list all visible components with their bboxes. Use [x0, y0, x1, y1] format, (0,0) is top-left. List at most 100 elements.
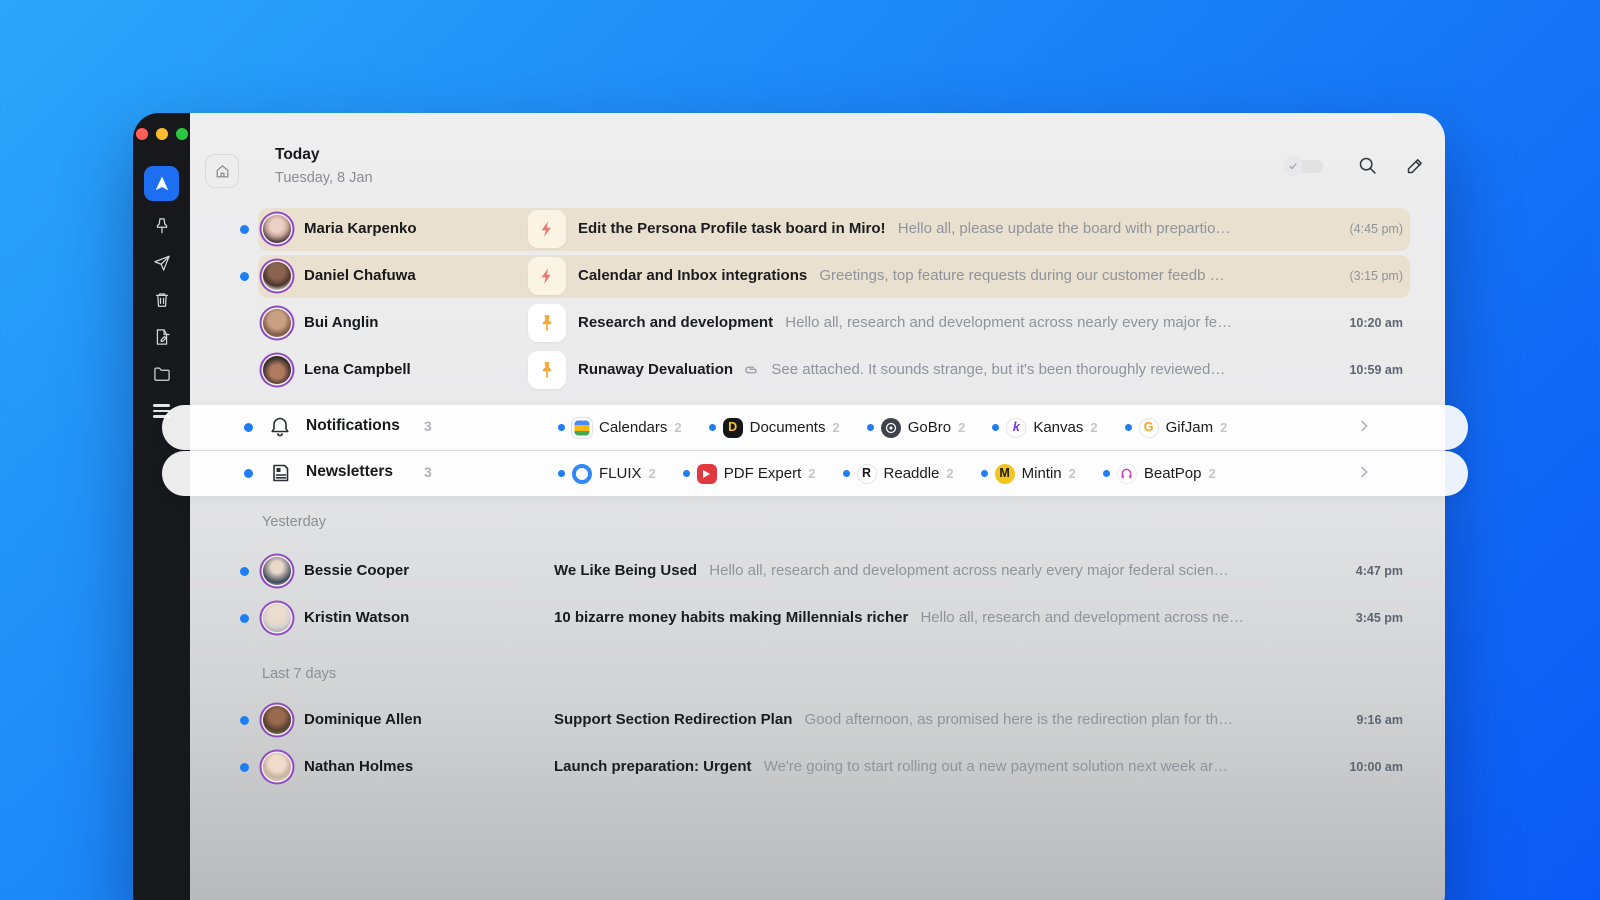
sender-name: Lena Campbell	[304, 361, 411, 378]
unread-dot	[244, 469, 253, 478]
app-chip-mintin[interactable]: M Mintin 2	[980, 463, 1076, 484]
group-label: Newsletters	[306, 463, 394, 480]
app-chip-beatpop[interactable]: BeatPop 2	[1102, 463, 1216, 484]
app-chip-calendars[interactable]: Calendars 2	[558, 417, 682, 438]
minimize-button[interactable]	[155, 128, 168, 140]
sender-name: Bessie Cooper	[304, 562, 410, 579]
newsletter-apps: FLUIX 2 PDF Expert 2 R Readdle 2 M Minti…	[558, 451, 1216, 496]
avatar	[263, 753, 291, 781]
search-button[interactable]	[1355, 153, 1379, 177]
documents-icon: D	[722, 417, 743, 438]
lightning-icon	[541, 268, 551, 284]
email-row[interactable]: Bui Anglin Research and development Hell…	[190, 302, 1445, 345]
avatar	[263, 356, 291, 384]
app-chip-gobro[interactable]: GoBro 2	[866, 417, 965, 438]
unread-dot	[992, 424, 1000, 431]
email-row[interactable]: Maria Karpenko Edit the Persona Profile …	[190, 208, 1445, 251]
group-count: 3	[424, 418, 432, 434]
email-subject: Calendar and Inbox integrations	[578, 267, 808, 284]
pinned-badge	[528, 351, 566, 389]
avatar	[263, 262, 291, 290]
email-row[interactable]: Kristin Watson 10 bizarre money habits m…	[190, 597, 1445, 640]
email-row[interactable]: Daniel Chafuwa Calendar and Inbox integr…	[190, 255, 1445, 298]
avatar	[263, 557, 291, 585]
close-button[interactable]	[135, 128, 148, 140]
mail-app-window: Today Tuesday, 8 Jan Maria Karpenko Edit…	[133, 113, 1468, 900]
notifications-group-row[interactable]: Notifications 3 Calendars 2 D Documents …	[162, 405, 1468, 450]
sidebar-item-trash[interactable]	[150, 288, 174, 312]
app-chip-gifjam[interactable]: G GifJam 2	[1124, 417, 1227, 438]
sender-name: Nathan Holmes	[304, 758, 414, 775]
zoom-button[interactable]	[175, 128, 188, 140]
email-row[interactable]: Lena Campbell Runaway Devaluation See at…	[190, 349, 1445, 392]
fluix-icon	[572, 463, 592, 484]
email-preview: Hello all, research and development acro…	[785, 314, 1233, 331]
pushpin-icon	[542, 362, 552, 378]
email-preview: We're going to start rolling out a new p…	[763, 758, 1229, 775]
gobro-icon	[880, 417, 901, 438]
chevron-right-icon	[1361, 466, 1368, 478]
notification-apps: Calendars 2 D Documents 2 GoBro 2 k Kanv…	[558, 405, 1227, 450]
gifjam-icon: G	[1138, 417, 1159, 438]
sidebar-item-folders[interactable]	[150, 362, 174, 386]
sender-name: Daniel Chafuwa	[304, 267, 416, 284]
unread-dot	[558, 470, 565, 477]
lightning-icon	[541, 221, 551, 237]
email-subject: Research and development	[578, 314, 774, 331]
send-icon	[153, 255, 170, 271]
unread-dot	[842, 470, 850, 477]
email-row[interactable]: Bessie Cooper We Like Being Used Hello a…	[190, 550, 1445, 593]
newsletters-group-row[interactable]: Newsletters 3 FLUIX 2 PDF Expert 2 R Rea…	[162, 451, 1468, 496]
sender-name: Kristin Watson	[304, 609, 410, 626]
email-subject: Launch preparation: Urgent	[554, 758, 752, 775]
read-filter-toggle[interactable]	[1283, 156, 1325, 176]
app-chip-documents[interactable]: D Documents 2	[708, 417, 840, 438]
unread-dot	[980, 470, 988, 477]
home-button[interactable]	[205, 154, 239, 188]
email-subject: Runaway Devaluation	[578, 361, 734, 378]
sender-name: Bui Anglin	[304, 314, 379, 331]
unread-dot	[1102, 470, 1110, 477]
calendars-icon	[572, 417, 592, 438]
compose-button[interactable]	[1403, 153, 1427, 177]
email-subject: 10 bizarre money habits making Millennia…	[554, 609, 909, 626]
mintin-icon: M	[994, 463, 1015, 484]
app-chip-pdf-expert[interactable]: PDF Expert 2	[682, 463, 816, 484]
paper-plane-logo-icon	[155, 176, 168, 190]
expand-newsletters-button[interactable]	[1356, 464, 1372, 485]
pin-icon	[156, 218, 167, 234]
sidebar-item-drafts[interactable]	[150, 325, 174, 349]
pencil-icon	[1407, 158, 1422, 173]
email-preview: Hello all, research and development acro…	[920, 609, 1244, 626]
sidebar-item-sent[interactable]	[150, 251, 174, 275]
email-time: 9:16 am	[1356, 713, 1403, 727]
page-title: Today	[275, 146, 320, 163]
search-icon	[1359, 157, 1376, 174]
draft-icon	[156, 329, 170, 345]
chevron-right-icon	[1361, 420, 1368, 432]
priority-badge	[528, 210, 566, 248]
spark-logo[interactable]	[144, 166, 179, 201]
app-chip-fluix[interactable]: FLUIX 2	[558, 463, 656, 484]
trash-icon	[155, 293, 168, 307]
email-preview: See attached. It sounds strange, but it'…	[771, 361, 1226, 378]
unread-dot	[244, 423, 253, 432]
group-count: 3	[424, 464, 432, 480]
unread-dot	[558, 424, 565, 431]
beatpop-icon	[1116, 463, 1137, 484]
email-time: 10:00 am	[1349, 760, 1403, 774]
unread-dot	[240, 225, 249, 234]
email-time: 3:45 pm	[1355, 611, 1403, 625]
app-chip-kanvas[interactable]: k Kanvas 2	[992, 417, 1098, 438]
email-preview: Good afternoon, as promised here is the …	[804, 711, 1234, 728]
expand-notifications-button[interactable]	[1356, 418, 1372, 439]
app-chip-readdle[interactable]: R Readdle 2	[842, 463, 954, 484]
email-time: (3:15 pm)	[1349, 269, 1404, 283]
pinned-badge	[528, 304, 566, 342]
email-row[interactable]: Nathan Holmes Launch preparation: Urgent…	[190, 746, 1445, 789]
newsletter-icon	[266, 459, 294, 487]
priority-badge	[528, 257, 566, 295]
email-row[interactable]: Dominique Allen Support Section Redirect…	[190, 699, 1445, 742]
group-label: Notifications	[306, 417, 400, 434]
sidebar-item-pinned[interactable]	[150, 214, 174, 238]
